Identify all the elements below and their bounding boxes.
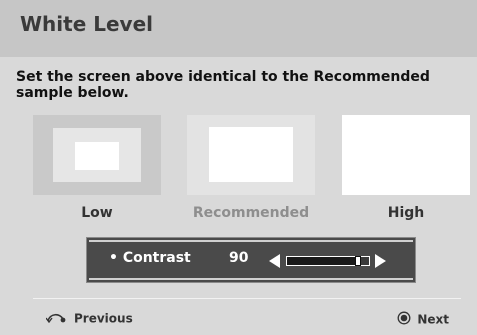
enter-icon <box>397 311 411 328</box>
contrast-slider-fill <box>287 257 361 265</box>
contrast-slider[interactable] <box>286 256 370 266</box>
sample-recommended-label: Recommended <box>192 205 310 221</box>
sample-low-inner <box>75 142 119 170</box>
next-label: Next <box>417 312 449 327</box>
decrease-arrow-icon[interactable] <box>269 254 280 268</box>
sample-recommended-inner <box>209 127 293 182</box>
sample-high <box>342 115 470 195</box>
footer-divider <box>33 298 461 299</box>
page-title: White Level <box>20 12 154 36</box>
instructions-text: Set the screen above identical to the Re… <box>16 69 430 101</box>
return-icon <box>45 311 66 326</box>
sample-low <box>33 115 161 195</box>
next-button[interactable]: Next <box>397 311 449 328</box>
contrast-slider-knob[interactable] <box>355 256 361 266</box>
increase-arrow-icon[interactable] <box>375 254 386 268</box>
sample-recommended <box>187 115 315 195</box>
header: White Level <box>0 0 477 57</box>
previous-label: Previous <box>74 311 133 326</box>
sample-low-label: Low <box>81 205 113 221</box>
contrast-label: • Contrast <box>109 250 191 266</box>
contrast-value: 90 <box>229 250 249 266</box>
previous-button[interactable]: Previous <box>45 311 133 326</box>
sample-high-label: High <box>387 205 425 221</box>
contrast-control[interactable]: • Contrast 90 <box>86 237 416 283</box>
